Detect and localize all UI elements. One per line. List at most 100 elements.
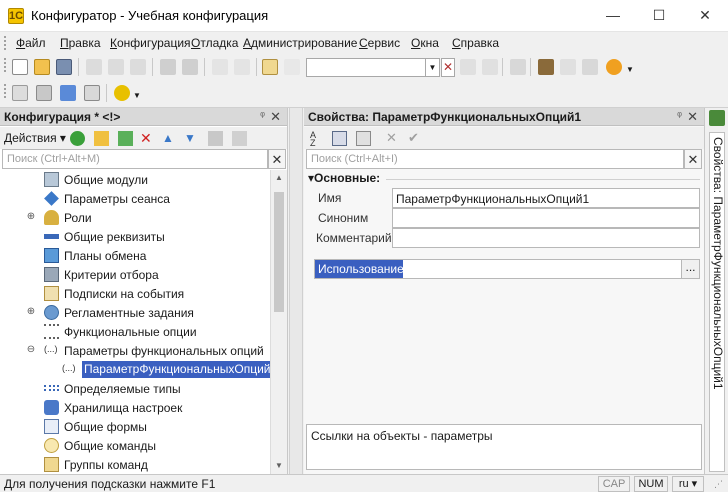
new-icon[interactable]	[12, 59, 28, 75]
cut-icon[interactable]	[86, 59, 102, 75]
properties-search-clear-button[interactable]: ✕	[684, 149, 702, 169]
tree-item[interactable]: Критерии отбора	[0, 265, 270, 284]
debug-dropdown-icon[interactable]: ▼	[133, 85, 141, 101]
config-tree-icon[interactable]	[12, 85, 28, 101]
tree-scrollbar[interactable]: ▲ ▼	[270, 170, 287, 474]
tree-item[interactable]: Общие реквизиты	[0, 227, 270, 246]
tree-expander[interactable]	[26, 288, 36, 298]
usage-field[interactable]: Использование ...	[314, 259, 700, 279]
add-icon[interactable]	[70, 131, 85, 146]
module-editor-icon[interactable]	[84, 85, 100, 101]
tree-item[interactable]: ⊖ (...) Параметры функциональных опций	[0, 341, 270, 360]
tree-expander[interactable]	[26, 174, 36, 184]
search-dropdown-button[interactable]: ▼	[426, 58, 440, 77]
move-up-icon[interactable]: ▲	[162, 131, 177, 146]
configuration-search-input[interactable]: Поиск (Ctrl+Alt+M)	[2, 149, 268, 169]
maximize-button[interactable]: ☐	[636, 0, 682, 31]
tree-expander[interactable]	[26, 193, 36, 203]
assistant-icon[interactable]	[538, 59, 554, 75]
pin-icon[interactable]: ᵠ	[260, 110, 265, 122]
tree-expander[interactable]	[26, 459, 36, 469]
tree-expander[interactable]	[26, 383, 36, 393]
tree-item[interactable]: Планы обмена	[0, 246, 270, 265]
tree-expander[interactable]: ⊕	[26, 307, 36, 317]
name-field[interactable]: ПараметрФункциональныхОпций1	[392, 188, 700, 208]
add-child-icon[interactable]	[118, 131, 133, 146]
resize-grip-icon[interactable]: ⋰	[714, 479, 723, 490]
search-icon[interactable]	[284, 59, 300, 75]
database-icon[interactable]	[60, 85, 76, 101]
tree-item[interactable]: Группы команд	[0, 455, 270, 474]
menu-help[interactable]: Справка	[452, 36, 499, 50]
move-down-icon[interactable]: ▼	[184, 131, 199, 146]
edit-icon[interactable]	[94, 131, 109, 146]
menu-file[interactable]: Файл	[16, 36, 46, 50]
configuration-search-clear-button[interactable]: ✕	[268, 149, 286, 169]
toolbar-grip[interactable]	[4, 84, 8, 98]
paste-icon[interactable]	[130, 59, 146, 75]
tree-item-selected[interactable]: (...) ПараметрФункциональныхОпций1	[0, 360, 270, 379]
tree-expander[interactable]	[26, 250, 36, 260]
categorized-icon[interactable]	[332, 131, 347, 146]
tree-item[interactable]: Параметры сеанса	[0, 189, 270, 208]
help-search-icon[interactable]	[560, 59, 576, 75]
property-filter-icon[interactable]	[356, 131, 371, 146]
print-preview-icon[interactable]	[182, 59, 198, 75]
menu-grip[interactable]	[4, 36, 8, 50]
panel-splitter[interactable]	[289, 108, 303, 474]
find-previous-icon[interactable]	[482, 59, 498, 75]
scroll-thumb[interactable]	[274, 192, 284, 312]
properties-tab-icon[interactable]	[709, 110, 725, 126]
tree-item[interactable]: ⊕ Регламентные задания	[0, 303, 270, 322]
find-in-tree-icon[interactable]	[262, 59, 278, 75]
properties-side-tab[interactable]: Свойства: ПараметрФункциональныхОпций1	[709, 132, 725, 472]
synonym-field[interactable]	[392, 208, 700, 228]
tree-expander[interactable]	[26, 231, 36, 241]
window-list-icon[interactable]	[510, 59, 526, 75]
scroll-up-icon[interactable]: ▲	[271, 170, 287, 186]
menu-windows[interactable]: Окна	[411, 36, 439, 50]
menu-configuration[interactable]: Конфигурация	[110, 36, 191, 50]
tree-item[interactable]: Определяемые типы	[0, 379, 270, 398]
comment-field[interactable]	[392, 228, 700, 248]
print-icon[interactable]	[160, 59, 176, 75]
tree-expander[interactable]: ⊖	[26, 345, 36, 355]
clear-value-icon[interactable]: ✕	[386, 131, 401, 146]
compare-config-icon[interactable]	[36, 85, 52, 101]
save-icon[interactable]	[56, 59, 72, 75]
toolbar-overflow-icon[interactable]: ▼	[626, 59, 634, 75]
section-main-title[interactable]: ▾Основные:	[308, 171, 380, 185]
syntax-helper-icon[interactable]	[582, 59, 598, 75]
tree-item[interactable]: Функциональные опции	[0, 322, 270, 341]
menu-edit[interactable]: Правка	[60, 36, 101, 50]
tree-expander[interactable]	[26, 440, 36, 450]
apply-icon[interactable]: ✔	[408, 131, 423, 146]
properties-close-button[interactable]: ✕	[687, 109, 698, 125]
copy-icon[interactable]	[108, 59, 124, 75]
tree-expander[interactable]: ⊕	[26, 212, 36, 222]
tree-item[interactable]: Общие формы	[0, 417, 270, 436]
tree-expander[interactable]	[26, 326, 36, 336]
tree-expander[interactable]	[26, 421, 36, 431]
search-clear-button[interactable]: ✕	[441, 58, 455, 77]
filter-icon[interactable]	[232, 131, 247, 146]
tree-item[interactable]: Общие модули	[0, 170, 270, 189]
tree-item[interactable]: Общие команды	[0, 436, 270, 455]
sort-alpha-icon[interactable]: AZ	[310, 131, 325, 148]
menu-debug[interactable]: Отладка	[191, 36, 238, 50]
properties-search-input[interactable]: Поиск (Ctrl+Alt+I)	[306, 149, 684, 169]
info-icon[interactable]	[606, 59, 622, 75]
usage-select-button[interactable]: ...	[681, 260, 699, 278]
menu-administration[interactable]: Администрирование	[243, 36, 357, 50]
menu-service[interactable]: Сервис	[359, 36, 400, 50]
pin-icon[interactable]: ᵠ	[677, 110, 682, 122]
start-debug-icon[interactable]	[114, 85, 130, 101]
tree-expander[interactable]	[26, 402, 36, 412]
find-next-icon[interactable]	[460, 59, 476, 75]
language-indicator[interactable]: ru ▾	[672, 476, 704, 492]
toolbar-grip[interactable]	[4, 58, 8, 72]
tree-item[interactable]: Подписки на события	[0, 284, 270, 303]
tree-expander[interactable]	[26, 269, 36, 279]
search-input[interactable]	[306, 58, 426, 77]
open-icon[interactable]	[34, 59, 50, 75]
